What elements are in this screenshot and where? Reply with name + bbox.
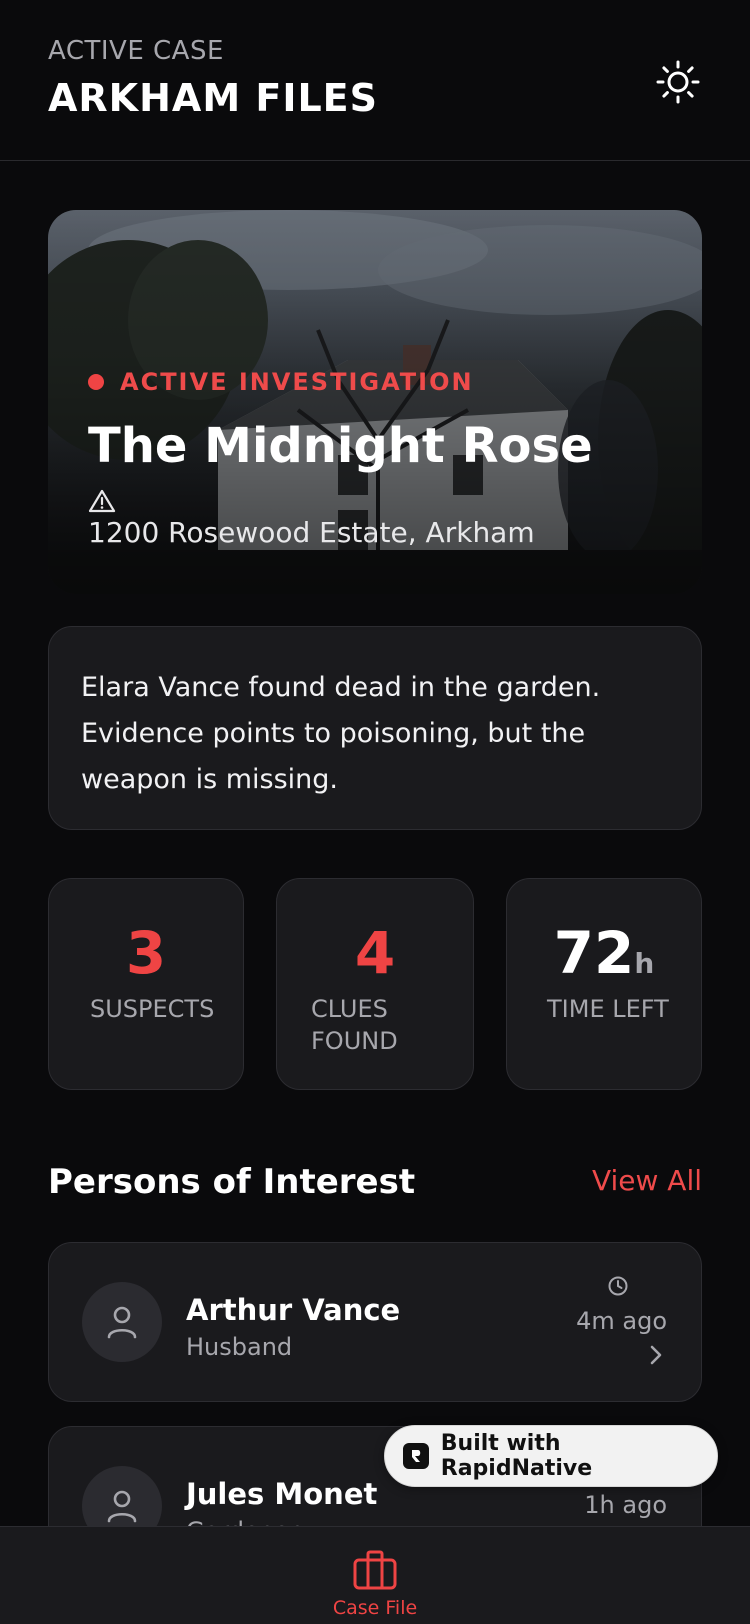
stat-number: 72 bbox=[553, 919, 635, 987]
user-icon bbox=[107, 1306, 137, 1339]
status-label: ACTIVE INVESTIGATION bbox=[120, 368, 474, 396]
sun-icon bbox=[656, 60, 700, 104]
tab-case-file[interactable]: Case File bbox=[325, 1549, 425, 1619]
status-dot bbox=[88, 374, 104, 390]
view-all-link[interactable]: View All bbox=[592, 1164, 702, 1197]
app-title: ARKHAM FILES bbox=[48, 76, 379, 120]
case-title: The Midnight Rose bbox=[88, 418, 593, 474]
bottom-tab-bar: Case File bbox=[0, 1526, 750, 1624]
built-with-label: Built with RapidNative bbox=[440, 1431, 593, 1481]
stat-value: 4 bbox=[354, 919, 396, 987]
stat-time-left[interactable]: 72h TIME LEFT bbox=[506, 878, 702, 1090]
clock-icon bbox=[608, 1276, 628, 1296]
case-address: 1200 Rosewood Estate, Arkham bbox=[88, 516, 535, 549]
person-name: Arthur Vance bbox=[186, 1293, 401, 1327]
person-name: Jules Monet bbox=[186, 1477, 378, 1511]
person-last-seen: 1h ago bbox=[584, 1491, 667, 1519]
header-eyebrow: ACTIVE CASE bbox=[48, 36, 224, 66]
briefcase-icon bbox=[353, 1550, 397, 1590]
stat-clues[interactable]: 4 CLUES FOUND bbox=[276, 878, 474, 1090]
status-badge: ACTIVE INVESTIGATION bbox=[88, 368, 474, 396]
case-summary-card: Elara Vance found dead in the garden. Ev… bbox=[48, 626, 702, 830]
tab-label: Case File bbox=[332, 1597, 418, 1619]
stat-label: TIME LEFT bbox=[547, 995, 669, 1023]
person-card[interactable]: Arthur Vance Husband 4m ago bbox=[48, 1242, 702, 1402]
warning-icon bbox=[88, 489, 116, 513]
stat-label: CLUES FOUND bbox=[311, 995, 398, 1055]
avatar bbox=[82, 1282, 162, 1362]
theme-toggle-button[interactable] bbox=[652, 56, 704, 108]
chevron-right-icon bbox=[650, 1345, 662, 1365]
rapidnative-logo-icon bbox=[403, 1443, 429, 1469]
case-hero-card[interactable]: ACTIVE INVESTIGATION The Midnight Rose 1… bbox=[48, 210, 702, 594]
user-icon bbox=[107, 1490, 137, 1523]
stat-value: 3 bbox=[125, 919, 167, 987]
stat-suspects[interactable]: 3 SUSPECTS bbox=[48, 878, 244, 1090]
case-summary-text: Elara Vance found dead in the garden. Ev… bbox=[81, 672, 601, 795]
stat-unit: h bbox=[634, 947, 655, 980]
app-header: ACTIVE CASE ARKHAM FILES bbox=[0, 0, 750, 161]
person-last-seen: 4m ago bbox=[576, 1307, 667, 1335]
section-title: Persons of Interest bbox=[48, 1162, 416, 1202]
built-with-badge[interactable]: Built with RapidNative bbox=[384, 1425, 718, 1487]
stat-label: SUSPECTS bbox=[90, 995, 215, 1023]
person-role: Husband bbox=[186, 1333, 293, 1361]
stat-value: 72h bbox=[507, 919, 701, 987]
